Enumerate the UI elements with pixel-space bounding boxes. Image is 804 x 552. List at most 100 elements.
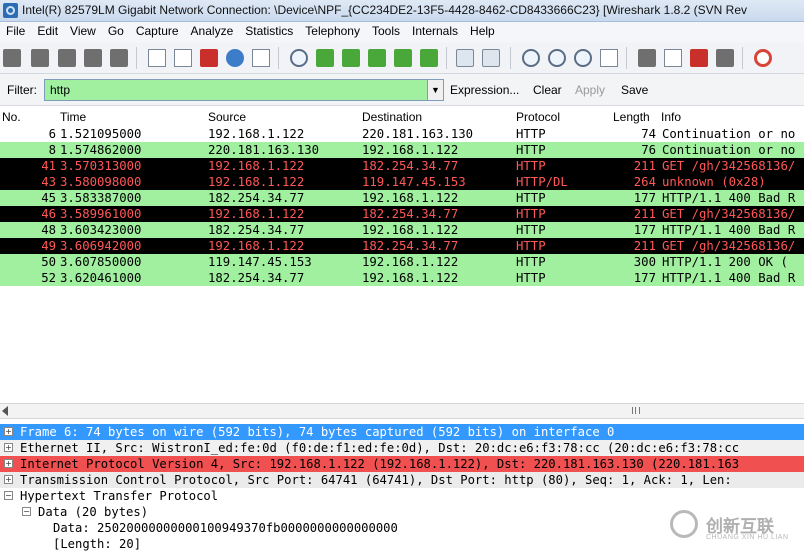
packet-source: 192.168.1.122 <box>208 159 305 173</box>
packet-destination: 192.168.1.122 <box>362 223 459 237</box>
detail-row[interactable]: + Ethernet II, Src: WistronI_ed:fe:0d (f0… <box>0 440 804 456</box>
preferences-icon[interactable] <box>716 49 734 67</box>
packet-no: 41 <box>41 159 56 173</box>
start-capture-icon[interactable] <box>58 49 76 67</box>
filter-dropdown-button[interactable]: ▼ <box>427 79 444 101</box>
detail-text: [Length: 20] <box>53 537 142 551</box>
interface-list-icon[interactable] <box>3 49 21 67</box>
packet-destination: 119.147.45.153 <box>362 175 466 189</box>
packet-destination: 192.168.1.122 <box>362 255 459 269</box>
packet-protocol: HTTP <box>516 191 546 205</box>
reload-icon[interactable] <box>226 49 244 67</box>
apply-button[interactable]: Apply <box>575 83 605 97</box>
packet-row[interactable]: 8 1.574862000 220.181.163.130 192.168.1.122… <box>0 142 804 158</box>
packet-no: 45 <box>41 191 56 205</box>
packet-protocol: HTTP <box>516 255 546 269</box>
packet-source: 192.168.1.122 <box>208 175 305 189</box>
resize-columns-icon[interactable] <box>600 49 618 67</box>
menu-help[interactable]: Help <box>464 22 501 40</box>
display-filters-icon[interactable] <box>664 49 682 67</box>
zoom-in-icon[interactable] <box>522 49 540 67</box>
packet-no: 8 <box>48 143 56 157</box>
go-last-icon[interactable] <box>420 49 438 67</box>
wireshark-app-icon <box>3 3 18 18</box>
packet-row[interactable]: 45 3.583387000 182.254.34.77 192.168.1.122 H… <box>0 190 804 206</box>
packet-row[interactable]: 50 3.607850000 119.147.45.153 192.168.1.122… <box>0 254 804 270</box>
filter-input[interactable]: http <box>44 79 429 101</box>
expand-icon[interactable]: + <box>4 459 13 468</box>
print-icon[interactable] <box>252 49 270 67</box>
scroll-left-icon[interactable] <box>2 406 8 416</box>
expand-icon[interactable]: + <box>4 443 13 452</box>
packet-list: 6 1.521095000 192.168.1.122 220.181.163.130… <box>0 126 804 286</box>
detail-row[interactable]: + Internet Protocol Version 4, Src: 192.1… <box>0 456 804 472</box>
coloring-rules-icon[interactable] <box>690 49 708 67</box>
clear-button[interactable]: Clear <box>533 83 562 97</box>
menu-view[interactable]: View <box>64 22 102 40</box>
menu-go[interactable]: Go <box>102 22 130 40</box>
detail-row[interactable]: − Hypertext Transfer Protocol <box>0 488 804 504</box>
column-header-info[interactable]: Info <box>661 110 681 124</box>
packet-no: 49 <box>41 239 56 253</box>
packet-row[interactable]: 48 3.603423000 182.254.34.77 192.168.1.122 H… <box>0 222 804 238</box>
menu-tools[interactable]: Tools <box>366 22 406 40</box>
packet-row[interactable]: 46 3.589961000 192.168.1.122 182.254.34.77 H… <box>0 206 804 222</box>
help-icon[interactable] <box>754 49 772 67</box>
packet-source: 220.181.163.130 <box>208 143 320 157</box>
column-header-source[interactable]: Source <box>208 110 246 124</box>
column-header-length[interactable]: Length <box>613 110 650 124</box>
scroll-grip-icon[interactable] <box>632 407 640 414</box>
menu-statistics[interactable]: Statistics <box>239 22 299 40</box>
normal-size-icon[interactable] <box>574 49 592 67</box>
expand-icon[interactable]: + <box>4 475 13 484</box>
menu-file[interactable]: File <box>0 22 31 40</box>
column-header-time[interactable]: Time <box>60 110 86 124</box>
menu-analyze[interactable]: Analyze <box>185 22 240 40</box>
packet-row[interactable]: 52 3.620461000 182.254.34.77 192.168.1.122 H… <box>0 270 804 286</box>
detail-row[interactable]: + Frame 6: 74 bytes on wire (592 bits), 7… <box>0 424 804 440</box>
auto-scroll-icon[interactable] <box>482 49 500 67</box>
detail-row[interactable]: + Transmission Control Protocol, Src Port… <box>0 472 804 488</box>
horizontal-scrollbar[interactable] <box>0 403 804 419</box>
packet-destination: 182.254.34.77 <box>362 207 459 221</box>
save-filter-button[interactable]: Save <box>621 83 648 97</box>
column-header-protocol[interactable]: Protocol <box>516 110 560 124</box>
menu-capture[interactable]: Capture <box>130 22 185 40</box>
collapse-icon[interactable]: − <box>4 491 13 500</box>
packet-info: GET /gh/342568136/ <box>662 207 796 221</box>
column-header-no[interactable]: No. <box>2 110 21 124</box>
packet-row[interactable]: 6 1.521095000 192.168.1.122 220.181.163.130… <box>0 126 804 142</box>
menu-internals[interactable]: Internals <box>406 22 464 40</box>
colorize-icon[interactable] <box>456 49 474 67</box>
close-file-icon[interactable] <box>200 49 218 67</box>
packet-time: 3.606942000 <box>60 239 142 253</box>
restart-capture-icon[interactable] <box>110 49 128 67</box>
packet-length: 177 <box>633 191 656 205</box>
menu-edit[interactable]: Edit <box>31 22 64 40</box>
stop-capture-icon[interactable] <box>84 49 102 67</box>
collapse-icon[interactable]: − <box>22 507 31 516</box>
detail-text: Data (20 bytes) <box>38 505 149 519</box>
open-file-icon[interactable] <box>148 49 166 67</box>
detail-text: Transmission Control Protocol, Src Port:… <box>20 473 732 487</box>
expand-icon[interactable]: + <box>4 427 13 436</box>
go-first-icon[interactable] <box>394 49 412 67</box>
packet-info: HTTP/1.1 400 Bad R <box>662 191 796 205</box>
packet-source: 192.168.1.122 <box>208 207 305 221</box>
packet-row[interactable]: 43 3.580098000 192.168.1.122 119.147.45.153… <box>0 174 804 190</box>
packet-row[interactable]: 41 3.570313000 192.168.1.122 182.254.34.77 H… <box>0 158 804 174</box>
capture-options-icon[interactable] <box>31 49 49 67</box>
menu-telephony[interactable]: Telephony <box>299 22 366 40</box>
save-file-icon[interactable] <box>174 49 192 67</box>
packet-row[interactable]: 49 3.606942000 192.168.1.122 182.254.34.77 H… <box>0 238 804 254</box>
go-forward-icon[interactable] <box>342 49 360 67</box>
packet-source: 182.254.34.77 <box>208 271 305 285</box>
find-packet-icon[interactable] <box>290 49 308 67</box>
zoom-out-icon[interactable] <box>548 49 566 67</box>
go-back-icon[interactable] <box>316 49 334 67</box>
packet-no: 6 <box>48 127 56 141</box>
expression-button[interactable]: Expression... <box>450 83 519 97</box>
capture-filters-icon[interactable] <box>638 49 656 67</box>
column-header-destination[interactable]: Destination <box>362 110 422 124</box>
go-to-packet-icon[interactable] <box>368 49 386 67</box>
